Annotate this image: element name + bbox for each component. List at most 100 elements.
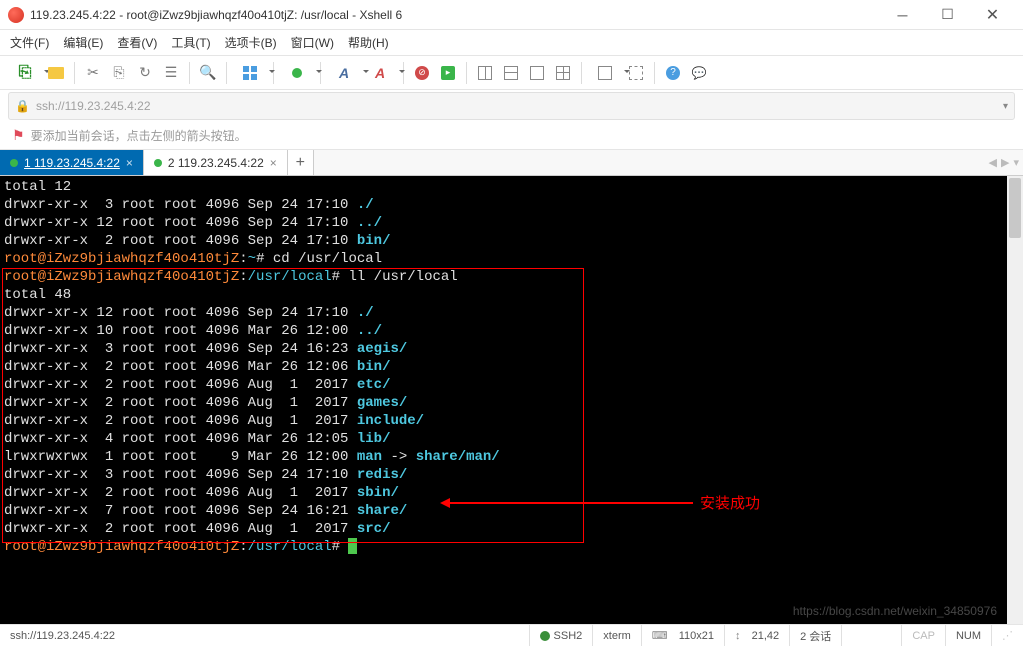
- layout2-button[interactable]: [499, 61, 523, 85]
- terminal-line: total 12: [4, 178, 1003, 196]
- menu-window[interactable]: 窗口(W): [291, 34, 334, 51]
- address-text: ssh://119.23.245.4:22: [36, 99, 1003, 113]
- terminal-line: lrwxrwxrwx 1 root root 9 Mar 26 12:00 ma…: [4, 448, 1003, 466]
- tab-nav: ◀ ▶ ▾: [989, 150, 1019, 175]
- terminal-line: drwxr-xr-x 12 root root 4096 Sep 24 17:1…: [4, 304, 1003, 322]
- tab-bar: 1 119.23.245.4:22 × 2 119.23.245.4:22 × …: [0, 150, 1023, 176]
- separator: [654, 62, 655, 84]
- menu-help[interactable]: 帮助(H): [348, 34, 389, 51]
- menu-view[interactable]: 查看(V): [117, 34, 157, 51]
- watermark: https://blog.csdn.net/weixin_34850976: [793, 604, 997, 618]
- font-button[interactable]: A: [327, 61, 361, 85]
- annotation-text: 安装成功: [700, 492, 760, 513]
- tab-session-1[interactable]: 1 119.23.245.4:22 ×: [0, 150, 144, 175]
- layout4-button[interactable]: [551, 61, 575, 85]
- new-session-button[interactable]: ⎘: [8, 61, 42, 85]
- menu-file[interactable]: 文件(F): [10, 34, 49, 51]
- layout-menu-button[interactable]: [588, 61, 622, 85]
- status-pos: ↕ 21,42: [725, 625, 790, 646]
- lock-icon: 🔒: [15, 99, 30, 113]
- ssh-icon: [540, 631, 550, 641]
- layout1-button[interactable]: [473, 61, 497, 85]
- terminal-line: drwxr-xr-x 2 root root 4096 Aug 1 2017 s…: [4, 520, 1003, 538]
- menu-tools[interactable]: 工具(T): [171, 34, 210, 51]
- color-button[interactable]: A: [363, 61, 397, 85]
- cut-button[interactable]: ✂: [81, 61, 105, 85]
- tab-label: 1 119.23.245.4:22: [24, 156, 120, 170]
- terminal-line: root@iZwz9bjiawhqzf40o410tjZ:/usr/local#…: [4, 268, 1003, 286]
- cursor: [348, 538, 357, 554]
- tab-close-icon[interactable]: ×: [126, 156, 133, 170]
- terminal-line: drwxr-xr-x 10 root root 4096 Mar 26 12:0…: [4, 322, 1003, 340]
- terminal-line: drwxr-xr-x 2 root root 4096 Aug 1 2017 g…: [4, 394, 1003, 412]
- terminal-line: drwxr-xr-x 3 root root 4096 Sep 24 17:10…: [4, 466, 1003, 484]
- session-button[interactable]: [280, 61, 314, 85]
- separator: [226, 62, 227, 84]
- terminal-line: drwxr-xr-x 3 root root 4096 Sep 24 17:10…: [4, 196, 1003, 214]
- quick-commands-button[interactable]: [233, 61, 267, 85]
- properties-button[interactable]: ☰: [159, 61, 183, 85]
- xftp-button[interactable]: ▸: [436, 61, 460, 85]
- scrollbar[interactable]: [1007, 176, 1023, 624]
- terminal-line: drwxr-xr-x 2 root root 4096 Aug 1 2017 i…: [4, 412, 1003, 430]
- tab-close-icon[interactable]: ×: [270, 156, 277, 170]
- status-resize-grip[interactable]: ⋰: [992, 625, 1023, 646]
- close-button[interactable]: ✕: [970, 0, 1015, 30]
- tile-button[interactable]: [624, 61, 648, 85]
- separator: [74, 62, 75, 84]
- address-bar[interactable]: 🔒 ssh://119.23.245.4:22 ▾: [8, 92, 1015, 120]
- terminal-line: drwxr-xr-x 2 root root 4096 Aug 1 2017 s…: [4, 484, 1003, 502]
- separator: [581, 62, 582, 84]
- connected-dot-icon: [154, 159, 162, 167]
- terminal-line: drwxr-xr-x 7 root root 4096 Sep 24 16:21…: [4, 502, 1003, 520]
- titlebar: 119.23.245.4:22 - root@iZwz9bjiawhqzf40o…: [0, 0, 1023, 30]
- layout3-button[interactable]: [525, 61, 549, 85]
- terminal-area: total 12drwxr-xr-x 3 root root 4096 Sep …: [0, 176, 1023, 624]
- window-title: 119.23.245.4:22 - root@iZwz9bjiawhqzf40o…: [30, 8, 880, 22]
- app-icon: [8, 7, 24, 23]
- status-address: ssh://119.23.245.4:22: [0, 625, 530, 646]
- maximize-button[interactable]: ☐: [925, 0, 970, 30]
- terminal-line: drwxr-xr-x 2 root root 4096 Aug 1 2017 e…: [4, 376, 1003, 394]
- tab-prev-icon[interactable]: ◀: [989, 156, 997, 169]
- search-button[interactable]: 🔍: [196, 61, 220, 85]
- minimize-button[interactable]: ─: [880, 0, 925, 30]
- status-bar: ssh://119.23.245.4:22 SSH2 xterm ⌨ 110x2…: [0, 624, 1023, 646]
- status-term: xterm: [593, 625, 642, 646]
- terminal[interactable]: total 12drwxr-xr-x 3 root root 4096 Sep …: [0, 176, 1007, 558]
- status-spacer: [842, 625, 902, 646]
- tab-list-icon[interactable]: ▾: [1013, 156, 1019, 169]
- chat-button[interactable]: 💬: [687, 61, 711, 85]
- terminal-line: drwxr-xr-x 12 root root 4096 Sep 24 17:1…: [4, 214, 1003, 232]
- reconnect-button[interactable]: ↻: [133, 61, 157, 85]
- tab-next-icon[interactable]: ▶: [1001, 156, 1009, 169]
- add-tab-button[interactable]: +: [288, 150, 314, 175]
- help-button[interactable]: ?: [661, 61, 685, 85]
- status-num: NUM: [946, 625, 992, 646]
- separator: [466, 62, 467, 84]
- menu-edit[interactable]: 编辑(E): [63, 34, 103, 51]
- hint-bar: ⚑ 要添加当前会话，点击左侧的箭头按钮。: [0, 122, 1023, 150]
- terminal-line: drwxr-xr-x 4 root root 4096 Mar 26 12:05…: [4, 430, 1003, 448]
- tab-label: 2 119.23.245.4:22: [168, 156, 264, 170]
- copy-button[interactable]: ⎘: [107, 61, 131, 85]
- status-size: ⌨ 110x21: [642, 625, 725, 646]
- flag-icon: ⚑: [12, 127, 25, 144]
- status-sessions: 2 会话: [790, 625, 842, 646]
- address-dropdown-icon[interactable]: ▾: [1003, 101, 1008, 112]
- menu-tabs[interactable]: 选项卡(B): [225, 34, 277, 51]
- toolbar: ⎘ ✂ ⎘ ↻ ☰ 🔍 A A ⊘ ▸ ? 💬: [0, 56, 1023, 90]
- terminal-line: drwxr-xr-x 3 root root 4096 Sep 24 16:23…: [4, 340, 1003, 358]
- terminal-line: drwxr-xr-x 2 root root 4096 Mar 26 12:06…: [4, 358, 1003, 376]
- terminal-line: root@iZwz9bjiawhqzf40o410tjZ:~# cd /usr/…: [4, 250, 1003, 268]
- hint-text: 要添加当前会话，点击左侧的箭头按钮。: [31, 127, 247, 144]
- xagent-button[interactable]: ⊘: [410, 61, 434, 85]
- status-cap: CAP: [902, 625, 946, 646]
- separator: [189, 62, 190, 84]
- tab-session-2[interactable]: 2 119.23.245.4:22 ×: [144, 150, 288, 175]
- status-ssh: SSH2: [530, 625, 594, 646]
- terminal-line: root@iZwz9bjiawhqzf40o410tjZ:/usr/local#: [4, 538, 1003, 556]
- connected-dot-icon: [10, 159, 18, 167]
- open-button[interactable]: [44, 61, 68, 85]
- terminal-line: total 48: [4, 286, 1003, 304]
